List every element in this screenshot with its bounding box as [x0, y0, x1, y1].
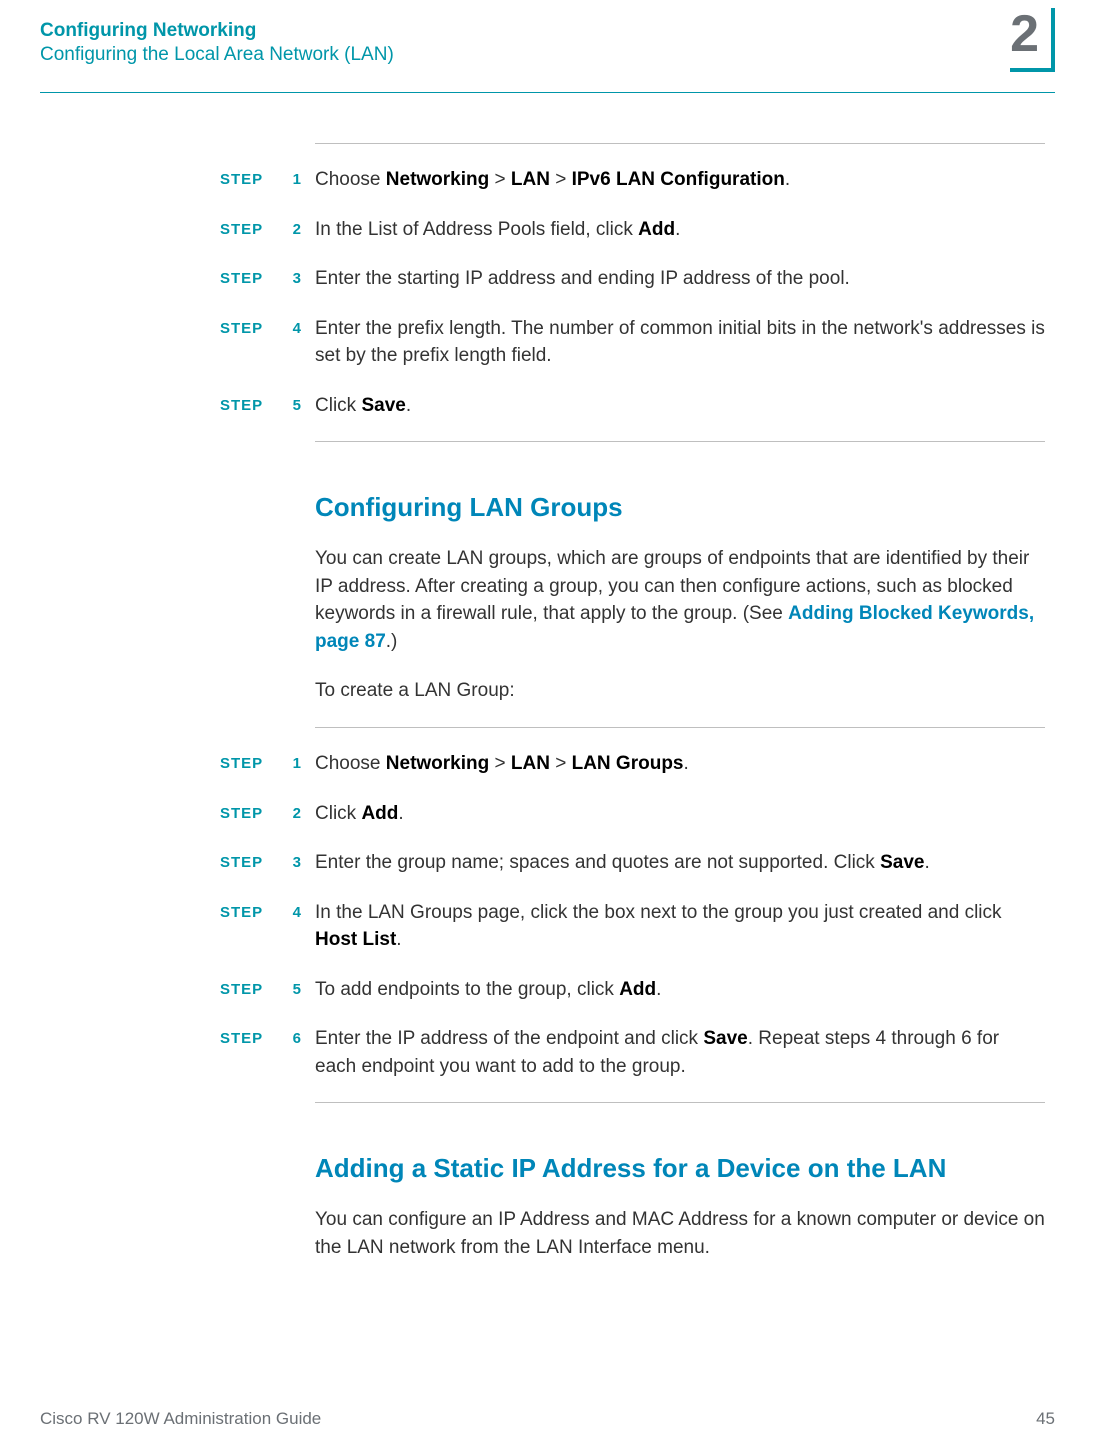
step-row: STEP4In the LAN Groups page, click the b…: [220, 899, 1045, 954]
step-label: STEP4: [220, 899, 315, 954]
step-group-rule-b-top: [315, 727, 1045, 728]
page: Configuring Networking Configuring the L…: [0, 0, 1095, 1453]
step-text: Enter the group name; spaces and quotes …: [315, 849, 1045, 877]
step-text: Enter the IP address of the endpoint and…: [315, 1025, 1045, 1080]
para-static-ip-intro: You can configure an IP Address and MAC …: [315, 1206, 1045, 1261]
step-label: STEP5: [220, 976, 315, 1004]
step-text: In the List of Address Pools field, clic…: [315, 216, 1045, 244]
step-label: STEP4: [220, 315, 315, 370]
header-rule: [40, 92, 1055, 93]
step-label: STEP2: [220, 216, 315, 244]
heading-static-ip: Adding a Static IP Address for a Device …: [315, 1153, 1045, 1184]
step-row: STEP3Enter the group name; spaces and qu…: [220, 849, 1045, 877]
step-label: STEP5: [220, 392, 315, 420]
step-group-rule-a: [315, 441, 1045, 442]
step-text: Choose Networking > LAN > IPv6 LAN Confi…: [315, 166, 1045, 194]
step-text: Enter the starting IP address and ending…: [315, 265, 1045, 293]
step-label: STEP3: [220, 265, 315, 293]
step-label: STEP1: [220, 166, 315, 194]
step-text: Click Add.: [315, 800, 1045, 828]
cross-reference-link[interactable]: Adding Blocked Keywords, page 87: [315, 603, 1034, 652]
step-list-a: STEP1Choose Networking > LAN > IPv6 LAN …: [220, 166, 1045, 419]
chapter-number-box: 2: [1010, 8, 1055, 72]
step-row: STEP6Enter the IP address of the endpoin…: [220, 1025, 1045, 1080]
step-group-rule-b: [315, 1102, 1045, 1103]
footer-doc-title: Cisco RV 120W Administration Guide: [40, 1409, 321, 1429]
step-label: STEP3: [220, 849, 315, 877]
page-header: Configuring Networking Configuring the L…: [40, 20, 1055, 72]
chapter-title: Configuring Networking: [40, 20, 1010, 42]
step-label: STEP1: [220, 750, 315, 778]
step-text: Choose Networking > LAN > LAN Groups.: [315, 750, 1045, 778]
section-lan-groups: Configuring LAN Groups You can create LA…: [315, 492, 1045, 705]
step-row: STEP4Enter the prefix length. The number…: [220, 315, 1045, 370]
section-static-ip: Adding a Static IP Address for a Device …: [315, 1153, 1045, 1261]
step-row: STEP2Click Add.: [220, 800, 1045, 828]
para-lan-groups-intro: You can create LAN groups, which are gro…: [315, 545, 1045, 655]
header-titles: Configuring Networking Configuring the L…: [40, 20, 1010, 66]
para-lan-groups-lead: To create a LAN Group:: [315, 677, 1045, 705]
step-row: STEP1Choose Networking > LAN > LAN Group…: [220, 750, 1045, 778]
heading-lan-groups: Configuring LAN Groups: [315, 492, 1045, 523]
step-text: To add endpoints to the group, click Add…: [315, 976, 1045, 1004]
step-group-rule-top: [315, 143, 1045, 144]
footer-page-number: 45: [1036, 1409, 1055, 1429]
chapter-number: 2: [1010, 8, 1039, 60]
step-row: STEP5Click Save.: [220, 392, 1045, 420]
page-footer: Cisco RV 120W Administration Guide 45: [40, 1409, 1055, 1429]
step-row: STEP5To add endpoints to the group, clic…: [220, 976, 1045, 1004]
step-text: In the LAN Groups page, click the box ne…: [315, 899, 1045, 954]
step-text: Click Save.: [315, 392, 1045, 420]
step-list-b: STEP1Choose Networking > LAN > LAN Group…: [220, 750, 1045, 1080]
content-area: STEP1Choose Networking > LAN > IPv6 LAN …: [220, 143, 1045, 1261]
step-row: STEP2In the List of Address Pools field,…: [220, 216, 1045, 244]
section-subtitle: Configuring the Local Area Network (LAN): [40, 44, 1010, 66]
step-row: STEP3Enter the starting IP address and e…: [220, 265, 1045, 293]
step-row: STEP1Choose Networking > LAN > IPv6 LAN …: [220, 166, 1045, 194]
step-text: Enter the prefix length. The number of c…: [315, 315, 1045, 370]
step-label: STEP2: [220, 800, 315, 828]
step-label: STEP6: [220, 1025, 315, 1080]
